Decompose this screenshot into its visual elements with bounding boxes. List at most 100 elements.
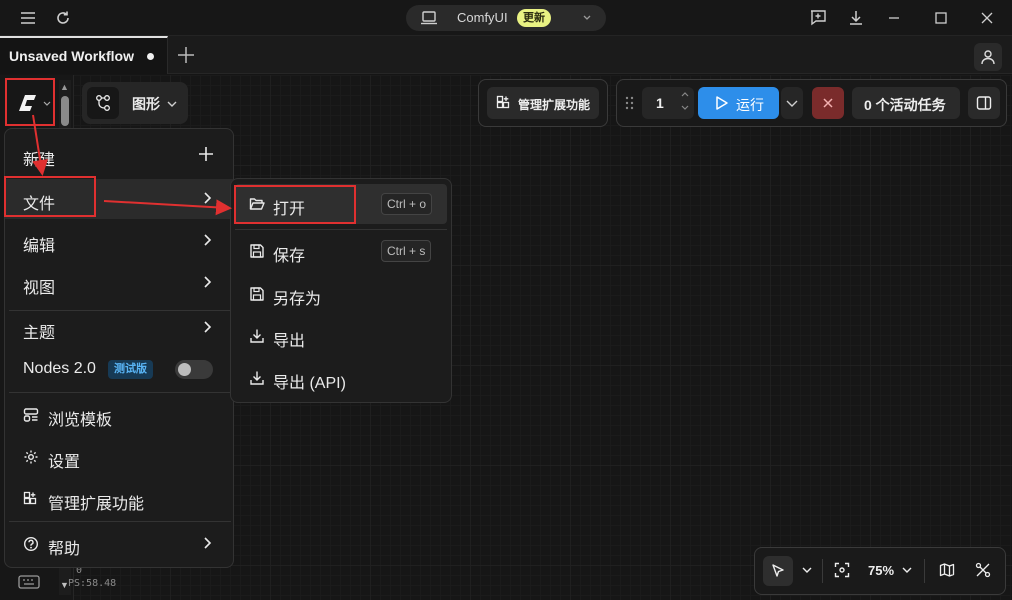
toggle-panel-button[interactable] [968,87,1000,119]
folder-open-icon [249,196,265,215]
tab-unsaved-workflow[interactable]: Unsaved Workflow [0,36,168,74]
graph-selector-label: 图形 [132,96,160,112]
sidebar-scroll-thumb[interactable] [61,96,69,126]
download-icon [249,328,265,347]
app-name: ComfyUI [457,10,508,25]
file-submenu: 打开 Ctrl + o 保存 Ctrl + s 另存为 导出 导出 (API) [230,178,452,403]
batch-count-value: 1 [656,95,664,111]
nodes2-toggle[interactable] [175,360,213,379]
submenu-item-export[interactable]: 导出 [235,316,447,356]
submenu-item-label: 保存 [273,248,306,265]
submenu-item-label: 导出 [273,333,306,350]
menu-item-label: 视图 [23,280,56,297]
chevron-right-icon [201,536,213,553]
user-account-button[interactable] [974,43,1002,71]
chevron-down-icon [43,101,51,106]
chevron-down-icon[interactable] [582,11,592,28]
menu-item-manage-extensions[interactable]: 管理扩展功能 [5,479,233,519]
menu-item-label: 帮助 [48,541,81,558]
update-badge[interactable]: 更新 [517,9,551,27]
menu-item-label: Nodes 2.0 [23,360,96,377]
chevron-right-icon [201,233,213,250]
laptop-icon [420,10,438,29]
active-tasks-label: 0 个活动任务 [864,97,946,113]
run-options-dropdown[interactable] [781,87,803,119]
submenu-item-open[interactable]: 打开 Ctrl + o [235,184,447,224]
increment-icon[interactable] [680,90,690,100]
run-button[interactable]: 运行 [698,87,779,119]
menu-item-label: 浏览模板 [48,412,113,429]
tab-label: Unsaved Workflow [9,48,134,64]
chevron-down-icon [786,100,798,107]
chevron-down-icon[interactable] [900,562,914,581]
download-icon[interactable] [846,8,866,28]
menu-item-edit[interactable]: 编辑 [5,221,233,261]
gear-icon [23,449,39,468]
toggle-knob [178,363,191,376]
keyboard-icon[interactable] [18,574,40,592]
manage-extensions-button[interactable]: 管理扩展功能 [487,87,599,119]
chevron-down-icon[interactable] [800,562,814,581]
comfy-logo-icon [19,95,36,111]
reload-icon[interactable] [53,8,73,28]
menu-item-nodes2[interactable]: Nodes 2.0 测试版 [5,349,233,389]
active-tasks-button[interactable]: 0 个活动任务 [852,87,960,119]
plus-icon [197,145,215,166]
toolbar-divider [924,559,925,583]
zoom-level[interactable]: 75% [868,563,894,578]
batch-count-input[interactable]: 1 [642,87,694,119]
fit-view-icon[interactable] [834,562,850,581]
menu-item-label: 文件 [23,196,56,213]
menu-item-settings[interactable]: 设置 [5,437,233,477]
app-selector[interactable]: ComfyUI 更新 [406,5,606,31]
menu-item-new[interactable]: 新建 [5,135,233,175]
feedback-icon[interactable] [808,8,828,28]
submenu-item-label: 导出 (API) [273,375,346,392]
submenu-item-export-api[interactable]: 导出 (API) [235,358,447,398]
link-visibility-icon[interactable] [975,562,991,581]
submenu-item-label: 另存为 [273,291,322,308]
minimap-icon[interactable] [939,562,955,581]
chevron-right-icon [201,191,213,208]
menu-item-view[interactable]: 视图 [5,263,233,303]
chevron-down-icon[interactable] [166,97,178,113]
submenu-item-save[interactable]: 保存 Ctrl + s [235,231,447,271]
hamburger-menu-icon[interactable] [18,8,38,28]
add-tab-icon[interactable] [175,44,197,66]
cursor-icon [772,564,784,577]
keyboard-shortcut: Ctrl + o [381,193,433,215]
unsaved-dot-icon[interactable] [147,53,154,60]
save-icon [249,243,265,262]
maximize-icon[interactable] [931,8,951,28]
title-bar: ComfyUI 更新 [0,0,1012,36]
chevron-right-icon [201,275,213,292]
menu-item-file[interactable]: 文件 [5,179,233,219]
select-tool-button[interactable] [763,556,793,586]
chevron-right-icon [201,320,213,337]
submenu-item-label: 打开 [273,201,306,218]
play-icon [713,95,729,114]
minimize-icon[interactable] [884,8,904,28]
menu-item-theme[interactable]: 主题 [5,308,233,348]
sidebar-panel-icon [976,96,992,110]
menu-item-browse-templates[interactable]: 浏览模板 [5,395,233,435]
menu-item-label: 管理扩展功能 [48,496,145,513]
beta-badge: 测试版 [108,360,153,379]
keyboard-shortcut: Ctrl + s [381,240,432,262]
close-window-icon[interactable] [977,8,997,28]
manage-extensions-label: 管理扩展功能 [518,98,591,112]
menu-item-label: 新建 [23,152,56,169]
tab-bar: Unsaved Workflow [0,36,1012,74]
submenu-item-save-as[interactable]: 另存为 [235,274,447,314]
menu-item-label: 编辑 [23,238,56,255]
cancel-run-button[interactable] [812,87,844,119]
toolbar-divider [822,559,823,583]
decrement-icon[interactable] [680,104,690,114]
comfy-menu-button[interactable] [10,85,52,121]
drag-handle-icon[interactable] [625,95,635,111]
menu-item-help[interactable]: 帮助 [5,524,233,564]
help-icon [23,536,39,555]
scroll-up-icon[interactable]: ▲ [60,82,69,92]
graph-icon [87,87,119,119]
close-icon [823,98,833,108]
